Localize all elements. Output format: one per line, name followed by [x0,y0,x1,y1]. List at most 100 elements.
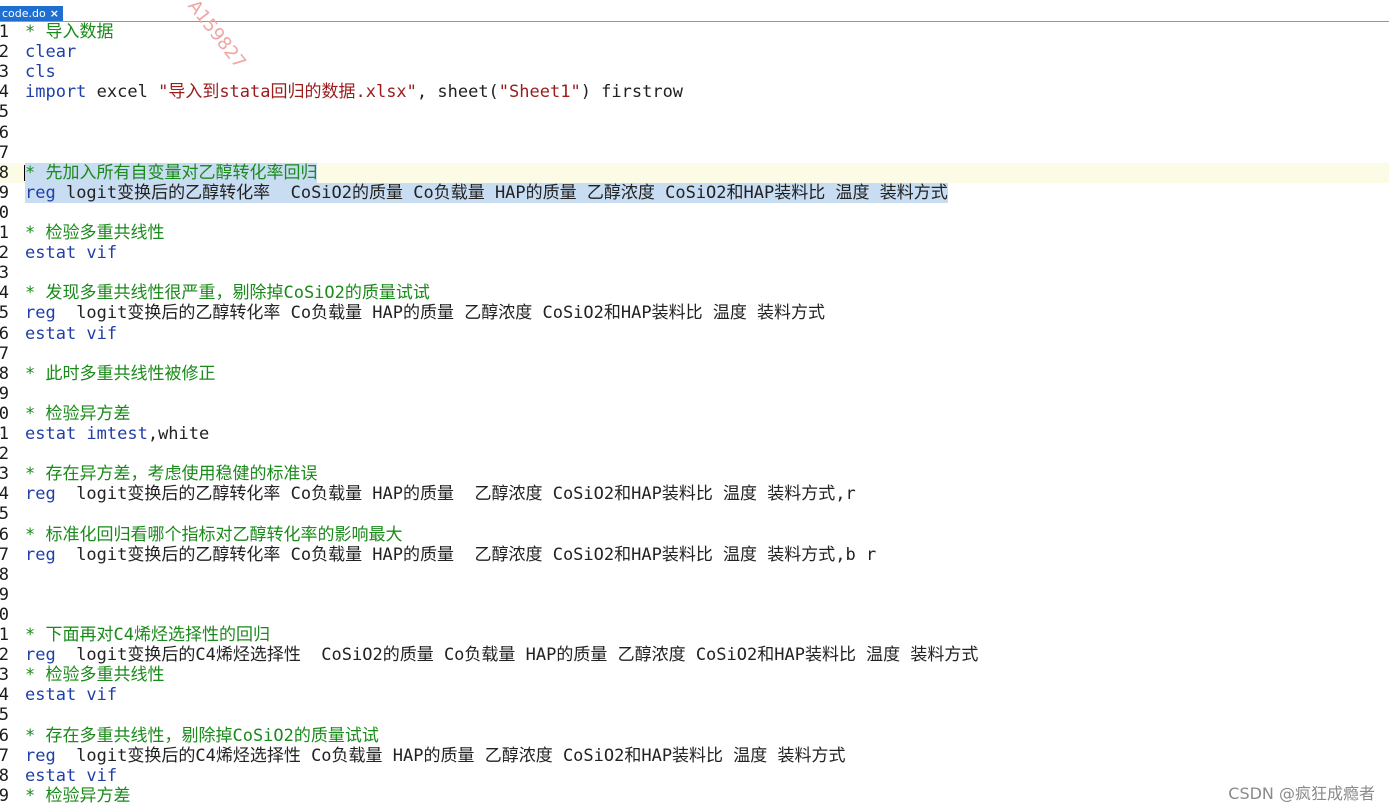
keyword-text: reg [25,745,56,766]
line-number: 9 [0,182,9,203]
keyword-text: reg [25,182,56,203]
keyword-text: estat imtest [25,424,148,444]
line-number: 4 [0,82,9,103]
code-line[interactable]: 16 estat vif [0,324,1389,344]
line-code: * 标准化回归看哪个指标对乙醇转化率的影响最大 [25,525,402,545]
code-line[interactable]: 3 cls [0,62,1389,82]
code-text: logit变换后的C4烯烃选择性 Co负载量 HAP的质量 乙醇浓度 CoSiO… [55,745,846,766]
line-number: 26 [0,524,9,545]
code-line[interactable]: 19 [0,384,1389,404]
code-text: ) firstrow [580,82,684,103]
keyword-text: reg [25,544,56,565]
code-line[interactable]: 17 [0,344,1389,364]
code-text: , sheet( [416,82,499,103]
code-line[interactable]: 10 [0,203,1389,223]
comment-text: * 此时多重共线性被修正 [25,363,216,384]
line-code: * 检验多重共线性 [25,665,164,685]
line-number: 17 [0,343,9,364]
comment-text: * 检验异方差 [25,403,131,424]
line-code: estat vif [25,243,117,263]
line-number: 32 [0,645,9,666]
code-line[interactable]: 26 * 标准化回归看哪个指标对乙醇转化率的影响最大 [0,525,1389,545]
line-number: 28 [0,564,9,585]
line-number: 36 [0,725,9,746]
line-number: 11 [0,223,9,243]
code-line[interactable]: 12 estat vif [0,243,1389,263]
line-number: 18 [0,363,9,384]
line-code: reg logit变换后的乙醇转化率 Co负载量 HAP的质量 乙醇浓度 CoS… [25,303,825,323]
code-line[interactable]: 31 * 下面再对C4烯烃选择性的回归 [0,625,1389,645]
code-line[interactable]: 33 * 检验多重共线性 [0,665,1389,685]
code-line[interactable]: 36 * 存在多重共线性，剔除掉CoSiO2的质量试试 [0,726,1389,746]
line-number: 8 [0,162,9,183]
line-number: 19 [0,383,9,404]
line-number: 24 [0,484,9,505]
line-number: 5 [0,102,9,123]
code-line[interactable]: 14 * 发现多重共线性很严重，剔除掉CoSiO2的质量试试 [0,283,1389,303]
line-code: reg logit变换后的乙醇转化率 Co负载量 HAP的质量 乙醇浓度 CoS… [25,484,856,504]
code-line[interactable]: 6 [0,123,1389,143]
line-code: * 检验异方差 [25,404,130,424]
tab-bar: code.do × [0,0,1389,22]
code-line[interactable]: 18 * 此时多重共线性被修正 [0,364,1389,384]
close-icon[interactable]: × [50,6,59,21]
keyword-text: estat vif [25,323,118,344]
keyword-text: clear [25,42,77,63]
code-line[interactable]: 25 [0,504,1389,524]
code-text: logit变换后的C4烯烃选择性 CoSiO2的质量 Co负载量 HAP的质量 … [55,645,979,666]
keyword-text: estat vif [25,765,118,786]
keyword-text: reg [25,303,56,324]
line-code: reg logit变换后的C4烯烃选择性 Co负载量 HAP的质量 乙醇浓度 C… [25,746,846,766]
line-number: 2 [0,42,9,63]
line-number: 1 [0,22,9,42]
line-code: import excel "导入到stata回归的数据.xlsx", sheet… [25,82,683,102]
code-line[interactable]: 2 clear [0,42,1389,62]
keyword-text: estat vif [25,243,118,264]
code-line[interactable]: 37 reg logit变换后的C4烯烃选择性 Co负载量 HAP的质量 乙醇浓度… [0,746,1389,766]
comment-text: * 导入数据 [25,22,114,42]
code-line[interactable]: 27 reg logit变换后的乙醇转化率 Co负载量 HAP的质量 乙醇浓度 C… [0,545,1389,565]
line-number: 34 [0,685,9,706]
line-code: cls [25,62,56,82]
code-line[interactable]: 24 reg logit变换后的乙醇转化率 Co负载量 HAP的质量 乙醇浓度 C… [0,484,1389,504]
code-text: logit变换后的乙醇转化率 Co负载量 HAP的质量 乙醇浓度 CoSiO2和… [55,303,826,324]
code-line[interactable]: 35 [0,705,1389,725]
code-text: logit变换后的乙醇转化率 Co负载量 HAP的质量 乙醇浓度 CoSiO2和… [55,544,877,565]
code-line[interactable]: 32 reg logit变换后的C4烯烃选择性 CoSiO2的质量 Co负载量 H… [0,645,1389,665]
comment-text: * 下面再对C4烯烃选择性的回归 [25,625,270,645]
code-line[interactable]: 38 estat vif [0,766,1389,786]
code-line[interactable]: 23 * 存在异方差，考虑使用稳健的标准误 [0,464,1389,484]
line-number: 29 [0,584,9,605]
line-code: * 存在异方差，考虑使用稳健的标准误 [25,464,317,484]
code-editor[interactable]: 1 * 导入数据 2 clear 3 cls 4 import excel "导入到stata… [0,22,1389,810]
code-line[interactable]: 8 * 先加入所有自变量对乙醇转化率回归 [0,162,1389,183]
line-number: 13 [0,263,9,284]
line-code: estat imtest,white [25,424,209,444]
code-line[interactable]: 15 reg logit变换后的乙醇转化率 Co负载量 HAP的质量 乙醇浓度 C… [0,303,1389,323]
code-line[interactable]: 9 reg logit变换后的乙醇转化率 CoSiO2的质量 Co负载量 HAP的… [0,182,1389,203]
code-line[interactable]: 21 estat imtest,white [0,424,1389,444]
code-line[interactable]: 13 [0,263,1389,283]
code-line[interactable]: 22 [0,444,1389,464]
keyword-text: estat vif [25,685,118,706]
code-line[interactable]: 29 [0,585,1389,605]
code-line[interactable]: 5 [0,102,1389,122]
code-line[interactable]: 7 [0,143,1389,163]
line-code: estat vif [25,766,117,786]
code-line[interactable]: 11 * 检验多重共线性 [0,223,1389,243]
line-code: * 发现多重共线性很严重，剔除掉CoSiO2的质量试试 [25,283,430,303]
line-code: * 下面再对C4烯烃选择性的回归 [25,625,270,645]
code-line[interactable]: 1 * 导入数据 [0,22,1389,42]
code-line[interactable]: 39 * 检验异方差 [0,786,1389,806]
code-text: logit变换后的乙醇转化率 Co负载量 HAP的质量 乙醇浓度 CoSiO2和… [55,484,856,505]
line-code: * 导入数据 [25,22,113,42]
code-line[interactable]: 4 import excel "导入到stata回归的数据.xlsx", shee… [0,82,1389,102]
code-line[interactable]: 28 [0,565,1389,585]
code-line[interactable]: 20 * 检验异方差 [0,404,1389,424]
line-code: clear [25,42,76,62]
tab-code-do[interactable]: code.do × [0,6,63,21]
line-code: * 此时多重共线性被修正 [25,364,215,384]
code-line[interactable]: 34 estat vif [0,685,1389,705]
code-line[interactable]: 30 [0,605,1389,625]
line-code: reg logit变换后的乙醇转化率 Co负载量 HAP的质量 乙醇浓度 CoS… [25,545,876,565]
